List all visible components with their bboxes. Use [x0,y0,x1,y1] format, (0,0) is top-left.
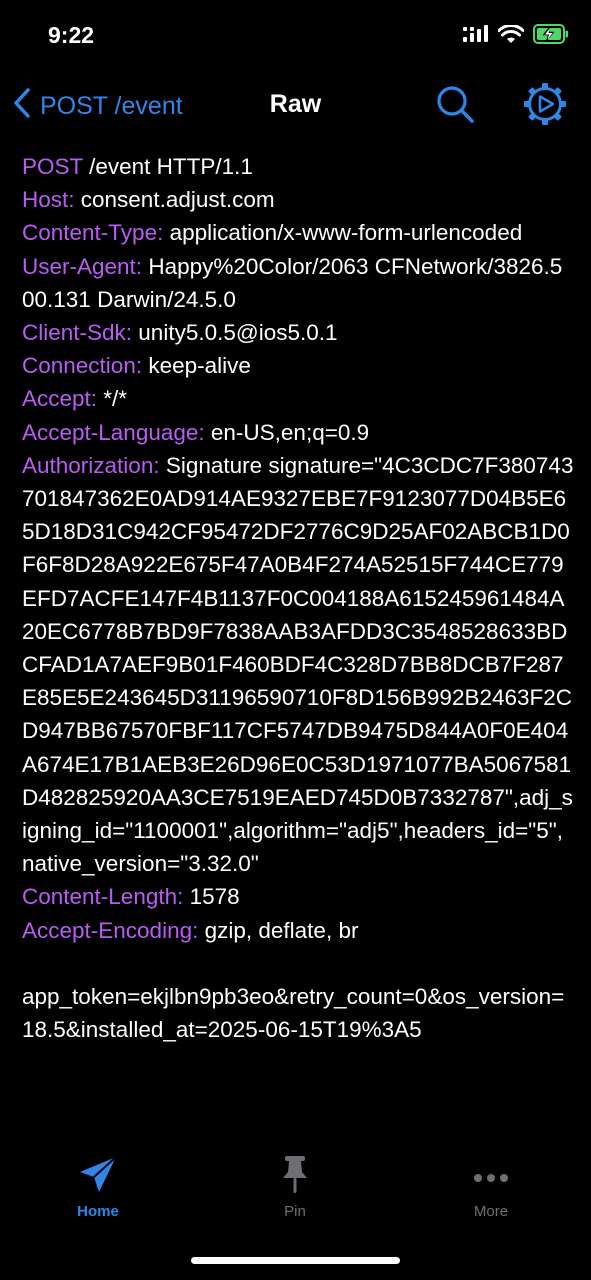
header-key: Accept-Encoding: [22,917,199,943]
gear-play-icon [524,83,566,130]
request-path: /event HTTP/1.1 [82,154,253,179]
header-line: Content-Type: application/x-www-form-url… [22,216,574,249]
request-line: POST /event HTTP/1.1 [22,150,574,183]
header-value: */* [97,386,128,412]
status-icons [463,23,569,49]
back-button[interactable]: POST /event [12,78,183,134]
tab-label: Home [77,1203,119,1220]
header-value: keep-alive [142,353,251,379]
header-value: consent.adjust.com [74,187,275,213]
pin-icon [278,1156,312,1200]
header-line: Authorization: Signature signature="4C3C… [22,449,574,881]
cellular-signal-icon [463,25,489,48]
header-key: Accept: [22,386,98,412]
status-time: 9:22 [48,22,95,48]
header-value: Signature signature="4C3CDC7F38074370184… [22,452,574,877]
tab-label: Pin [284,1203,306,1220]
header-key: Content-Length: [22,884,184,910]
header-value: application/x-www-form-urlencoded [163,220,523,246]
ellipsis-icon [471,1174,511,1200]
back-label: POST /event [40,91,183,120]
paper-plane-icon [76,1156,120,1200]
tab-home[interactable]: Home [33,1154,163,1220]
header-value: gzip, deflate, br [198,917,359,943]
header-key: Client-Sdk: [22,320,133,346]
header-key: Host: [22,187,75,213]
header-value: 1578 [183,884,240,910]
tab-bar: Home Pin More [0,1146,591,1236]
header-line: User-Agent: Happy%20Color/2063 CFNetwork… [22,250,574,316]
header-line: Content-Length: 1578 [22,880,574,913]
status-bar: 9:22 [0,0,591,70]
home-indicator[interactable] [191,1257,400,1264]
header-key: User-Agent: [22,253,143,279]
header-line: Accept-Encoding: gzip, deflate, br [22,914,574,947]
search-icon [435,86,477,130]
chevron-left-icon [12,87,32,126]
header-key: Connection: [22,353,143,379]
header-line: Client-Sdk: unity5.0.5@ios5.0.1 [22,316,574,349]
header-key: Accept-Language: [22,419,205,445]
navigation-bar: POST /event Raw [0,78,591,134]
header-value: en-US,en;q=0.9 [204,419,370,445]
tab-label: More [473,1203,509,1220]
raw-request-text[interactable]: POST /event HTTP/1.1 Host: consent.adjus… [22,150,574,1144]
header-line: Host: consent.adjust.com [22,183,574,216]
header-key: Content-Type: [22,220,164,246]
tab-pin[interactable]: Pin [230,1154,360,1220]
header-key: Authorization: [22,452,160,478]
tab-more[interactable]: More [426,1154,556,1220]
settings-button[interactable] [524,82,566,126]
battery-charging-icon [533,24,569,49]
header-line: Connection: keep-alive [22,349,574,382]
header-value: unity5.0.5@ios5.0.1 [132,320,338,346]
request-method: POST [22,154,83,179]
wifi-icon [497,23,525,49]
header-line: Accept: */* [22,382,574,415]
header-line: Accept-Language: en-US,en;q=0.9 [22,416,574,449]
search-button[interactable] [435,84,477,126]
request-body: app_token=ekjlbn9pb3eo&retry_count=0&os_… [22,984,565,1043]
